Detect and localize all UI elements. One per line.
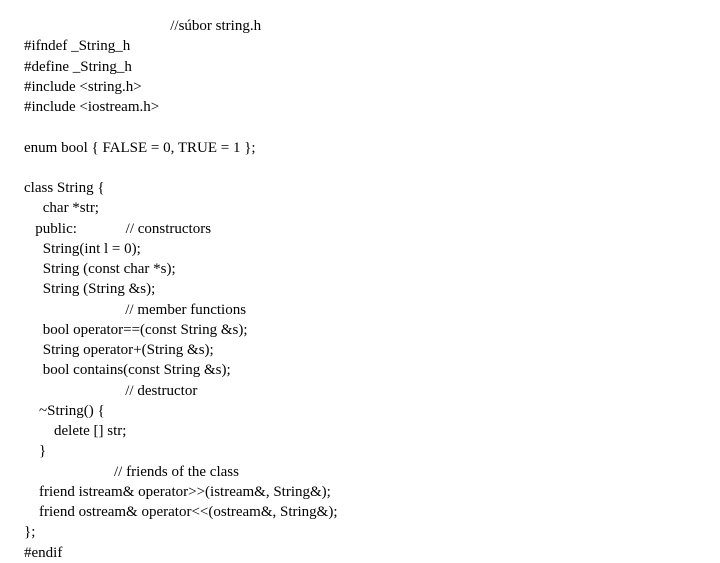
code-line: #include <string.h> [24, 77, 696, 97]
blank-line [24, 117, 696, 137]
code-line: #include <iostream.h> [24, 97, 696, 117]
code-line: String operator+(String &s); [24, 340, 696, 360]
code-line: bool operator==(const String &s); [24, 320, 696, 340]
code-line: public: // constructors [24, 219, 696, 239]
code-line: #define _String_h [24, 57, 696, 77]
code-line: enum bool { FALSE = 0, TRUE = 1 }; [24, 138, 696, 158]
code-line: String (const char *s); [24, 259, 696, 279]
code-line: }; [24, 522, 696, 542]
code-line: // friends of the class [24, 462, 696, 482]
code-line: } [24, 441, 696, 461]
code-line: //súbor string.h [24, 16, 696, 36]
code-line: #endif [24, 543, 696, 563]
code-line: delete [] str; [24, 421, 696, 441]
code-line: ~String() { [24, 401, 696, 421]
code-line: String (String &s); [24, 279, 696, 299]
code-line: bool contains(const String &s); [24, 360, 696, 380]
code-line: // member functions [24, 300, 696, 320]
code-line: String(int l = 0); [24, 239, 696, 259]
code-line: // destructor [24, 381, 696, 401]
code-line: class String { [24, 178, 696, 198]
code-line: #ifndef _String_h [24, 36, 696, 56]
code-line: friend istream& operator>>(istream&, Str… [24, 482, 696, 502]
code-line: friend ostream& operator<<(ostream&, Str… [24, 502, 696, 522]
code-line: char *str; [24, 198, 696, 218]
blank-line [24, 158, 696, 178]
